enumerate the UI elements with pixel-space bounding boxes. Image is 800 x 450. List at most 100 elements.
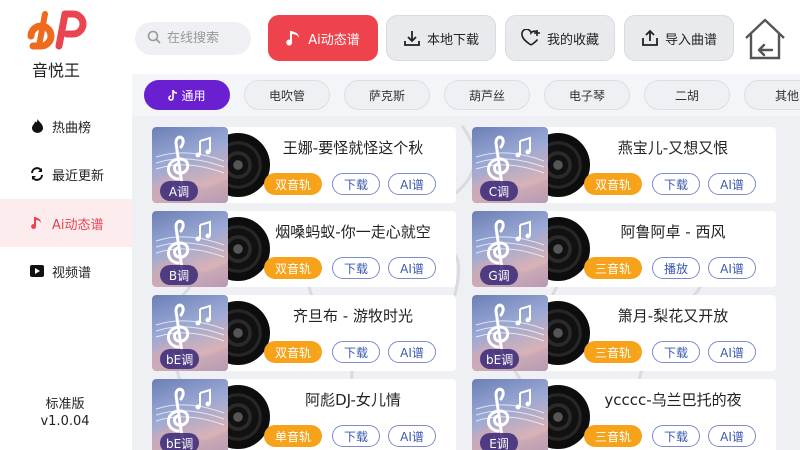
- song-card[interactable]: C调 燕宝儿-又想又恨 双音轨 下载 AI谱: [472, 127, 776, 203]
- sidebar-item-ai-dynamic-score[interactable]: Ai动态谱: [0, 199, 132, 247]
- song-title: 齐旦布 - 游牧时光: [293, 307, 413, 325]
- upload-icon: [641, 29, 659, 47]
- song-card[interactable]: bE调 齐旦布 - 游牧时光 双音轨 下载 AI谱: [152, 295, 456, 371]
- sidebar-item-label: 热曲榜: [52, 120, 92, 136]
- download-icon: [403, 29, 421, 47]
- song-title: 烟嗓蚂蚁-你一走心就空: [275, 223, 431, 241]
- song-title: yсссс-乌兰巴托的夜: [604, 391, 742, 409]
- category-bar: 通用 电吹管 萨克斯 葫芦丝 电子琴 二胡 其他: [132, 74, 800, 116]
- sidebar: 音悦王 热曲榜 最近更新 Ai动态谱 视频谱 标准版 v1.0.04: [0, 0, 132, 450]
- ai-score-button[interactable]: AI谱: [708, 173, 756, 195]
- song-cover: G调: [472, 211, 590, 287]
- ai-score-button[interactable]: AI谱: [708, 341, 756, 363]
- song-title: 阿彪DJ-女儿情: [305, 391, 401, 409]
- track-count-tag[interactable]: 三音轨: [584, 341, 642, 363]
- download-button[interactable]: 下载: [332, 173, 380, 195]
- track-count-tag[interactable]: 双音轨: [264, 341, 322, 363]
- key-badge: bE调: [160, 433, 200, 450]
- song-card[interactable]: B调 烟嗓蚂蚁-你一走心就空 双音轨 下载 AI谱: [152, 211, 456, 287]
- ai-score-button[interactable]: AI谱: [388, 173, 436, 195]
- track-count-tag[interactable]: 双音轨: [264, 257, 322, 279]
- category-chip-other[interactable]: 其他: [744, 80, 800, 110]
- song-cover: C调: [472, 127, 590, 203]
- song-cover: bE调: [472, 295, 590, 371]
- track-count-tag[interactable]: 双音轨: [584, 173, 642, 195]
- song-card[interactable]: bE调 箫月-梨花又开放 三音轨 下载 AI谱: [472, 295, 776, 371]
- key-badge: C调: [480, 181, 518, 201]
- category-chip-hulusi[interactable]: 葫芦丝: [444, 80, 530, 110]
- song-card[interactable]: A调 王娜-要怪就怪这个秋 双音轨 下载 AI谱: [152, 127, 456, 203]
- download-button[interactable]: 下载: [332, 425, 380, 447]
- category-chip-label: 通用: [181, 88, 206, 103]
- track-count-tag[interactable]: 双音轨: [264, 173, 322, 195]
- download-button[interactable]: 下载: [332, 257, 380, 279]
- app-logo-icon: [25, 10, 87, 50]
- key-badge: E调: [480, 433, 518, 450]
- track-count-tag[interactable]: 三音轨: [584, 257, 642, 279]
- song-cover: bE调: [152, 379, 270, 450]
- track-count-tag[interactable]: 三音轨: [584, 425, 642, 447]
- category-chip-general[interactable]: 通用: [144, 80, 230, 110]
- category-chip-saxophone[interactable]: 萨克斯: [344, 80, 430, 110]
- category-chip-keyboard[interactable]: 电子琴: [544, 80, 630, 110]
- sidebar-item-hot-chart[interactable]: 热曲榜: [0, 102, 132, 150]
- sidebar-item-label: 视频谱: [52, 265, 92, 281]
- track-count-tag[interactable]: 单音轨: [264, 425, 322, 447]
- song-title: 阿鲁阿卓 - 西风: [620, 223, 726, 241]
- ai-score-button[interactable]: AI谱: [708, 257, 756, 279]
- sidebar-item-label: Ai动态谱: [52, 217, 104, 233]
- home-back-button[interactable]: [742, 16, 788, 62]
- my-favorites-button[interactable]: 我的收藏: [505, 15, 615, 61]
- song-cover: bE调: [152, 295, 270, 371]
- key-badge: G调: [480, 265, 518, 285]
- refresh-icon: [30, 167, 44, 181]
- music-note-icon: [30, 216, 44, 230]
- download-button[interactable]: 下载: [652, 173, 700, 195]
- song-title: 燕宝儿-又想又恨: [617, 139, 729, 157]
- download-button[interactable]: 下载: [652, 341, 700, 363]
- song-card[interactable]: G调 阿鲁阿卓 - 西风 三音轨 播放 AI谱: [472, 211, 776, 287]
- song-cover: E调: [472, 379, 590, 450]
- heart-plus-icon: [521, 29, 541, 47]
- category-chip-label: 二胡: [674, 88, 699, 103]
- sidebar-item-recent-updates[interactable]: 最近更新: [0, 150, 132, 198]
- edition-label: 标准版: [45, 397, 85, 412]
- import-score-button[interactable]: 导入曲谱: [624, 15, 734, 61]
- tiktok-icon: [168, 89, 178, 101]
- category-chip-label: 其他: [774, 88, 799, 103]
- local-download-label: 本地下载: [426, 32, 479, 48]
- sidebar-item-label: 最近更新: [52, 168, 105, 184]
- song-cover: B调: [152, 211, 270, 287]
- flame-icon: [30, 119, 44, 133]
- category-chip-label: 电子琴: [568, 88, 605, 103]
- key-badge: A调: [160, 181, 198, 201]
- download-button[interactable]: 下载: [332, 341, 380, 363]
- song-card[interactable]: E调 yсссс-乌兰巴托的夜 三音轨 下载 AI谱: [472, 379, 776, 450]
- video-icon: [30, 264, 44, 278]
- key-badge: bE调: [480, 349, 520, 369]
- category-chip-label: 葫芦丝: [468, 88, 505, 103]
- import-score-label: 导入曲谱: [664, 32, 717, 48]
- download-button[interactable]: 播放: [652, 257, 700, 279]
- search-input[interactable]: [167, 31, 245, 46]
- home-return-icon: [745, 18, 785, 60]
- my-favorites-label: 我的收藏: [546, 32, 599, 48]
- download-button[interactable]: 下载: [652, 425, 700, 447]
- sidebar-item-video-score[interactable]: 视频谱: [0, 247, 132, 295]
- search-box[interactable]: [135, 22, 251, 55]
- ai-score-button[interactable]: AI谱: [388, 341, 436, 363]
- music-note-icon: [286, 29, 302, 47]
- category-chip-erhu[interactable]: 二胡: [644, 80, 730, 110]
- song-card[interactable]: bE调 阿彪DJ-女儿情 单音轨 下载 AI谱: [152, 379, 456, 450]
- key-badge: bE调: [160, 349, 200, 369]
- ai-dynamic-score-button[interactable]: Ai动态谱: [268, 15, 378, 61]
- search-icon: [147, 29, 161, 48]
- ai-score-button[interactable]: AI谱: [388, 257, 436, 279]
- local-download-button[interactable]: 本地下载: [386, 15, 496, 61]
- key-badge: B调: [160, 265, 198, 285]
- ai-score-button[interactable]: AI谱: [388, 425, 436, 447]
- category-chip-electric-wind[interactable]: 电吹管: [244, 80, 330, 110]
- song-title: 箫月-梨花又开放: [617, 307, 729, 325]
- ai-score-button[interactable]: AI谱: [708, 425, 756, 447]
- category-chip-label: 萨克斯: [368, 88, 405, 103]
